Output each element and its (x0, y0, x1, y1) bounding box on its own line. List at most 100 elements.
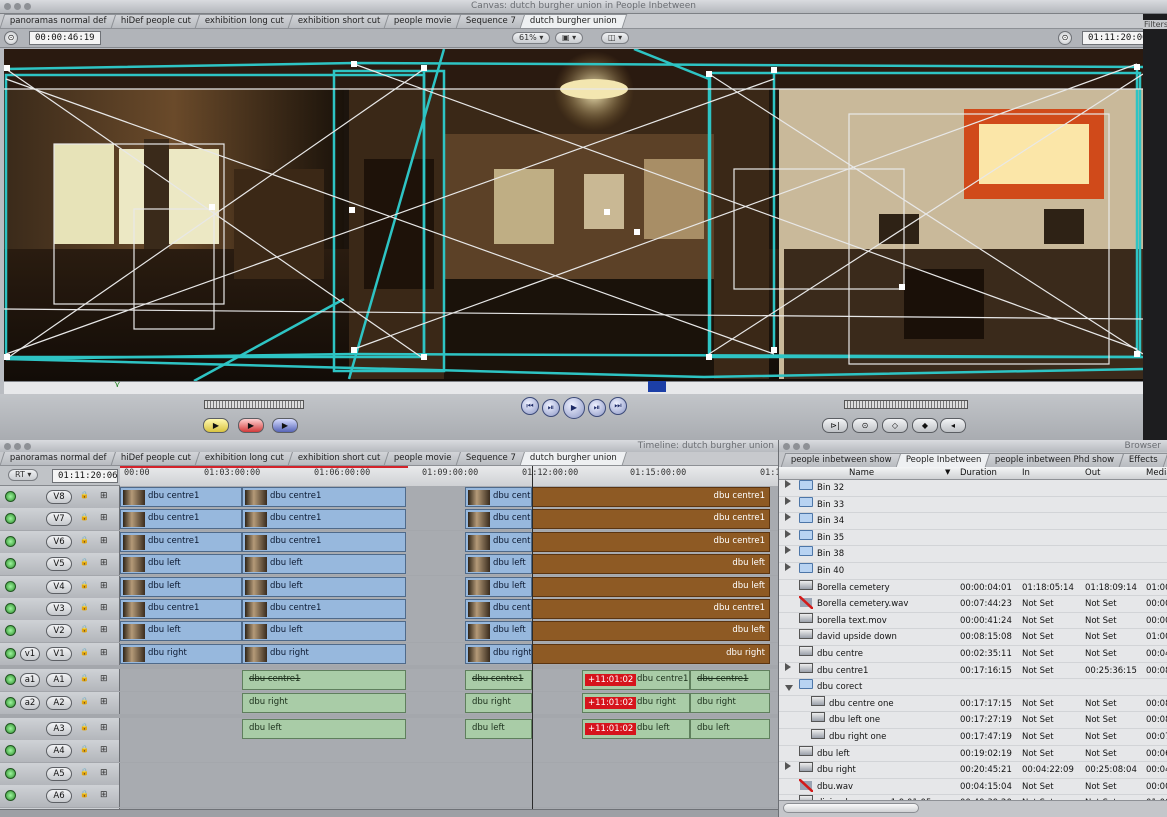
browser-row[interactable]: Bin 40 (779, 563, 1167, 580)
lock-icon[interactable]: 🔒 (80, 723, 89, 731)
destination-patch[interactable]: V1 (46, 646, 72, 661)
lock-icon[interactable]: 🔒 (80, 790, 89, 798)
mark-out-button[interactable]: ◂ (940, 418, 966, 433)
browser-row[interactable]: Borella cemetery.wav 00:07:44:23 Not Set No… (779, 595, 1167, 613)
lock-icon[interactable]: 🔒 (80, 536, 89, 544)
playhead-line[interactable] (532, 466, 533, 817)
auto-select-icon[interactable]: ⊞ (100, 625, 108, 635)
lock-icon[interactable]: 🔒 (80, 648, 89, 656)
match-frame-button[interactable]: ⊳| (822, 418, 848, 433)
overlay-popup[interactable]: ◫ ▾ (601, 32, 630, 44)
auto-select-icon[interactable]: ⊞ (100, 491, 108, 501)
video-clip[interactable]: dbu left (242, 621, 406, 642)
play-in-to-out-icon[interactable]: ⏯ (542, 399, 560, 417)
lock-icon[interactable]: 🔒 (80, 558, 89, 566)
destination-patch[interactable]: V5 (46, 557, 72, 572)
browser-tab-3[interactable]: Effects (1118, 453, 1167, 467)
destination-patch[interactable]: V3 (46, 602, 72, 616)
auto-select-icon[interactable]: ⊞ (100, 648, 108, 658)
video-clip[interactable]: dbu left (465, 576, 532, 597)
destination-patch[interactable]: V4 (46, 579, 72, 594)
canvas-tab-4[interactable]: people movie (384, 14, 463, 28)
lock-icon[interactable]: 🔒 (80, 745, 89, 753)
destination-patch[interactable]: A3 (46, 722, 72, 736)
video-clip[interactable]: dbu left (465, 554, 532, 575)
timecode-dial-icon[interactable]: ⊙ (1058, 31, 1072, 45)
video-clip[interactable]: dbu centre1 (242, 487, 406, 507)
source-patch[interactable]: a2 (20, 695, 40, 710)
insert-edit-button[interactable]: ▶ (203, 418, 229, 433)
track-audible-icon[interactable] (5, 767, 16, 779)
destination-patch[interactable]: A5 (46, 766, 72, 781)
browser-row[interactable]: david upside down 00:08:15:08 Not Set Not S… (779, 629, 1167, 646)
video-clip[interactable]: dbu centre1 (532, 487, 770, 507)
browser-tab-1[interactable]: People Inbetween (895, 453, 992, 467)
browser-row[interactable]: dbu centre 00:02:35:11 Not Set Not Set 00:04 (779, 646, 1167, 663)
video-clip[interactable]: dbu right (120, 643, 242, 664)
browser-row[interactable]: dbu centre1 00:17:16:15 Not Set 00:25:36:15… (779, 662, 1167, 680)
audio-clip[interactable]: dbu centre1 (690, 670, 770, 691)
source-patch[interactable]: v1 (20, 646, 40, 661)
track-visibility-icon[interactable] (5, 647, 16, 659)
track-visibility-icon[interactable] (5, 625, 16, 637)
video-clip[interactable]: dbu centre1 (465, 509, 532, 530)
lock-icon[interactable]: 🔒 (80, 674, 89, 682)
zoom-popup[interactable]: 61% ▾ (512, 32, 551, 44)
browser-row[interactable]: dbu right 00:20:45:21 00:04:22:09 00:25:08:… (779, 762, 1167, 779)
browser-row[interactable]: Bin 34 (779, 513, 1167, 530)
col-in[interactable]: In (1022, 468, 1030, 478)
video-clip[interactable]: dbu right (465, 643, 532, 664)
track-audible-icon[interactable] (5, 790, 16, 802)
auto-select-icon[interactable]: ⊞ (100, 790, 108, 800)
replace-edit-button[interactable]: ▶ (272, 418, 298, 433)
audio-clip[interactable]: dbu left (690, 719, 770, 739)
destination-patch[interactable]: V7 (46, 512, 72, 527)
track-visibility-icon[interactable] (5, 580, 16, 592)
video-clip[interactable]: dbu left (120, 554, 242, 575)
timeline-current-timecode[interactable]: 01:11:20:06 (52, 469, 118, 483)
browser-row[interactable]: dbu.wav 00:04:15:04 Not Set Not Set 00:00 (779, 777, 1167, 796)
audio-clip[interactable]: +11:01:02 dbu right (582, 692, 690, 713)
video-clip[interactable]: dbu left (532, 554, 770, 575)
auto-select-icon[interactable]: ⊞ (100, 513, 108, 523)
browser-row[interactable]: dbu left one 00:17:27:19 Not Set Not Set 00:… (779, 712, 1167, 729)
audio-clip[interactable]: dbu left (465, 719, 532, 739)
auto-select-icon[interactable]: ⊞ (100, 745, 108, 755)
auto-select-icon[interactable]: ⊞ (100, 674, 108, 684)
browser-row[interactable]: dbu right one 00:17:47:19 Not Set Not Set 00… (779, 729, 1167, 746)
video-clip[interactable]: dbu centre1 (120, 487, 242, 507)
track-audible-icon[interactable] (5, 674, 16, 686)
audio-clip[interactable]: +11:01:02 dbu left (582, 719, 690, 739)
video-clip[interactable]: dbu centre1 (532, 531, 770, 552)
audio-clip[interactable]: dbu right (690, 692, 770, 713)
lock-icon[interactable]: 🔒 (80, 513, 89, 521)
timeline-tab-4[interactable]: people movie (384, 452, 463, 465)
disclosure-triangle-icon[interactable] (785, 480, 791, 488)
auto-select-icon[interactable]: ⊞ (100, 603, 108, 613)
auto-select-icon[interactable]: ⊞ (100, 558, 108, 568)
video-clip[interactable]: dbu left (532, 621, 770, 642)
auto-select-icon[interactable]: ⊞ (100, 697, 108, 707)
video-clip[interactable]: dbu centre1 (242, 531, 406, 552)
overwrite-edit-button[interactable]: ▶ (238, 418, 264, 433)
video-clip[interactable]: dbu centre1 (242, 599, 406, 619)
add-marker-button[interactable]: ◆ (912, 418, 938, 433)
lock-icon[interactable]: 🔒 (80, 697, 89, 705)
disclosure-triangle-icon[interactable] (785, 762, 791, 771)
video-clip[interactable]: dbu left (120, 576, 242, 597)
video-clip[interactable]: dbu right (242, 643, 406, 664)
video-clip[interactable]: dbu left (465, 621, 532, 642)
track-audible-icon[interactable] (5, 723, 16, 734)
browser-row[interactable]: Bin 35 (779, 529, 1167, 547)
destination-patch[interactable]: A2 (46, 695, 72, 710)
video-clip[interactable]: dbu centre1 (242, 509, 406, 530)
auto-select-icon[interactable]: ⊞ (100, 768, 108, 778)
col-name[interactable]: Name (849, 468, 874, 478)
video-clip[interactable]: dbu centre1 (120, 509, 242, 530)
play-button[interactable]: ▶ (563, 397, 585, 419)
video-clip[interactable]: dbu left (242, 576, 406, 597)
disclosure-triangle-icon[interactable] (785, 546, 791, 555)
track-visibility-icon[interactable] (5, 603, 16, 614)
jog-control[interactable] (204, 400, 304, 409)
browser-row[interactable]: Bin 38 (779, 546, 1167, 563)
